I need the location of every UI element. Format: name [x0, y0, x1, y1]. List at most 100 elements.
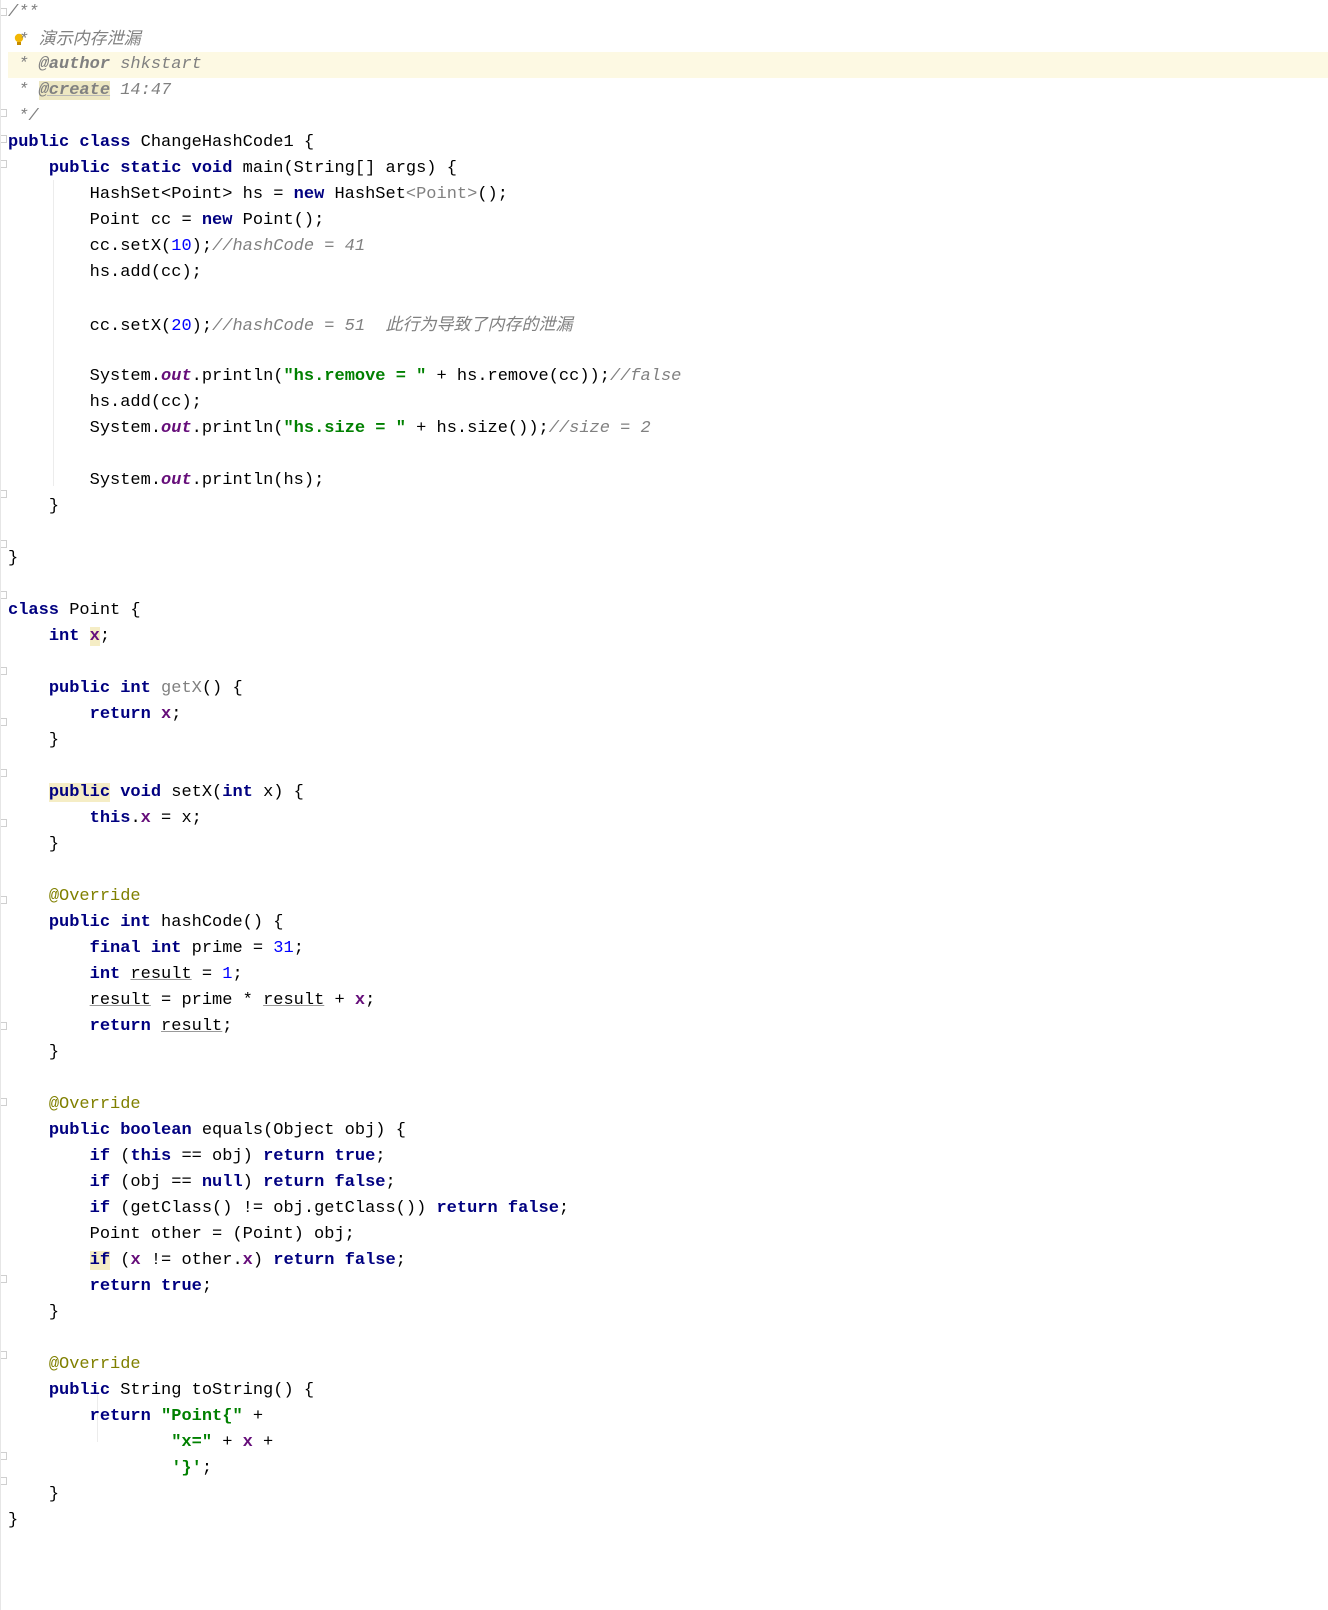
keyword: public: [48, 913, 111, 932]
code-text: == obj): [171, 1147, 264, 1166]
code-line: }: [8, 494, 1328, 520]
field-x: x: [242, 1251, 253, 1270]
code-line: return x;: [8, 702, 1328, 728]
code-line: int result = 1;: [8, 962, 1328, 988]
code-line: final int prime = 31;: [8, 936, 1328, 962]
keyword: public: [48, 1381, 111, 1400]
fold-marker-icon[interactable]: [1, 896, 7, 904]
code-text: }: [8, 549, 19, 568]
keyword: return: [89, 1277, 151, 1296]
keyword: new: [201, 211, 233, 230]
code-text: +: [242, 1407, 264, 1426]
fold-marker-icon[interactable]: [1, 1275, 7, 1283]
code-line: }: [8, 728, 1328, 754]
keyword: if: [89, 1199, 111, 1218]
code-text: HashSet<Point> hs =: [89, 185, 294, 204]
code-text: System.: [89, 471, 162, 490]
doc-tag-create: @create: [38, 81, 111, 100]
code-text: ;: [558, 1199, 570, 1218]
field-x: x: [161, 705, 172, 724]
keyword: return: [89, 1407, 151, 1426]
class-declaration: Point {: [59, 601, 141, 620]
field-x: x: [130, 1251, 141, 1270]
fold-marker-icon[interactable]: [1, 1351, 7, 1359]
fold-marker-icon[interactable]: [1, 718, 7, 726]
code-text: (: [110, 1251, 131, 1270]
keyword: int: [48, 627, 80, 646]
reassigned-variable: result: [161, 1017, 223, 1036]
code-line: @Override: [8, 1352, 1328, 1378]
annotation: @Override: [48, 887, 141, 906]
keyword: return: [436, 1199, 498, 1218]
fold-marker-icon[interactable]: [1, 135, 7, 143]
fold-marker-icon[interactable]: [1, 591, 7, 599]
code-line: public static void main(String[] args) {: [8, 156, 1328, 182]
code-line: hs.add(cc);: [8, 390, 1328, 416]
number-literal: 10: [171, 237, 192, 256]
fold-marker-icon[interactable]: [1, 1452, 7, 1460]
code-text: ;: [375, 1147, 386, 1166]
code-line: System.out.println(hs);: [8, 468, 1328, 494]
method-signature: String toString() {: [110, 1381, 315, 1400]
code-text: (: [110, 1147, 131, 1166]
fold-marker-icon[interactable]: [1, 8, 7, 16]
code-text: ): [252, 1251, 274, 1270]
keyword: class: [79, 133, 131, 152]
line-comment: //hashCode = 41: [212, 237, 366, 256]
fold-marker-icon[interactable]: [1, 1022, 7, 1030]
doc-comment: /**: [8, 3, 39, 22]
code-line: public int hashCode() {: [8, 910, 1328, 936]
doc-comment: *: [8, 81, 39, 100]
code-line: if (obj == null) return false;: [8, 1170, 1328, 1196]
code-content[interactable]: /** * 演示内存泄漏 * @author shkstart * @creat…: [8, 0, 1328, 1534]
code-text: );: [191, 237, 213, 256]
code-text: +: [324, 991, 355, 1010]
fold-marker-icon[interactable]: [1, 160, 7, 168]
fold-marker-icon[interactable]: [1, 667, 7, 675]
code-editor[interactable]: /** * 演示内存泄漏 * @author shkstart * @creat…: [0, 0, 1328, 1610]
fold-marker-icon[interactable]: [1, 1098, 7, 1106]
code-text: }: [48, 1043, 60, 1062]
keyword: public: [48, 1121, 111, 1140]
code-line: public void setX(int x) {: [8, 780, 1328, 806]
fold-marker-icon[interactable]: [1, 490, 7, 498]
code-line: int x;: [8, 624, 1328, 650]
fold-marker-icon[interactable]: [1, 819, 7, 827]
code-text: ;: [232, 965, 243, 984]
doc-tag-value: 14:47: [110, 81, 172, 100]
code-text: ;: [171, 705, 182, 724]
keyword: final: [89, 939, 141, 958]
line-comment: //hashCode = 51: [212, 317, 386, 336]
keyword: int: [150, 939, 182, 958]
fold-marker-icon[interactable]: [1, 1477, 7, 1485]
keyword: null: [201, 1173, 243, 1192]
keyword: public: [48, 679, 111, 698]
code-text: .println(hs);: [191, 471, 325, 490]
code-text: cc.setX(: [89, 237, 172, 256]
code-line: if (x != other.x) return false;: [8, 1248, 1328, 1274]
keyword: return: [89, 1017, 151, 1036]
fold-marker-icon[interactable]: [1, 769, 7, 777]
field-x: x: [89, 627, 100, 646]
code-text: }: [8, 1511, 19, 1530]
code-line: @Override: [8, 1092, 1328, 1118]
code-text: ;: [201, 1277, 213, 1296]
keyword: static: [120, 159, 182, 178]
doc-comment-title: 演示内存泄漏: [38, 29, 141, 49]
fold-marker-icon[interactable]: [1, 109, 7, 117]
keyword: if: [89, 1173, 111, 1192]
code-text: hs.add(cc);: [89, 263, 202, 282]
keyword: public: [8, 133, 70, 152]
code-line: return result;: [8, 1014, 1328, 1040]
doc-tag-author: @author: [38, 55, 111, 74]
code-text: cc.setX(: [89, 317, 172, 336]
fold-marker-icon[interactable]: [1, 540, 7, 548]
static-field: out: [161, 419, 192, 438]
code-line: System.out.println("hs.size = " + hs.siz…: [8, 416, 1328, 442]
keyword: boolean: [120, 1121, 192, 1140]
